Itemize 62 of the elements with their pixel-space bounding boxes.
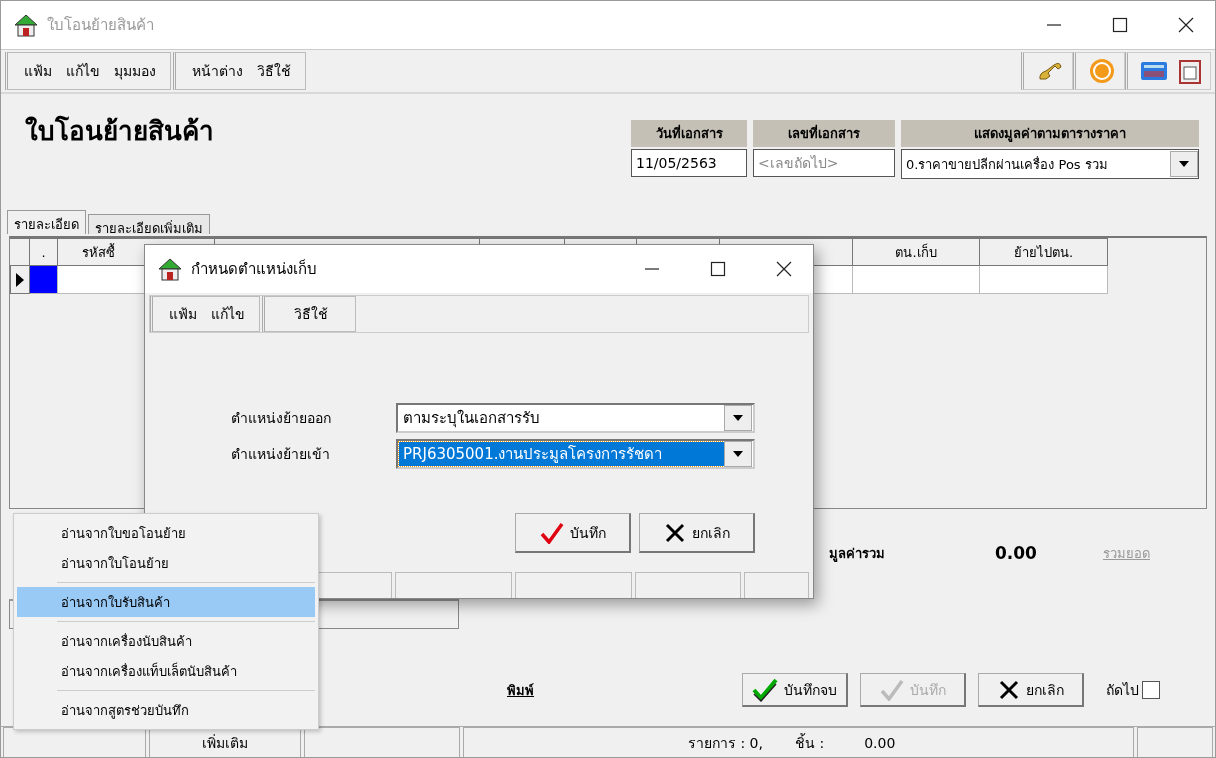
items-count: รายการ : 0, <box>688 733 763 753</box>
field-label: ตำแหน่งย้ายออก <box>231 409 332 428</box>
calculator-icon[interactable] <box>1140 60 1168 82</box>
dialog-button[interactable]: ยกเลิก <box>639 513 755 553</box>
cross-icon <box>997 678 1020 701</box>
double-check-icon <box>752 677 778 702</box>
context-menu-item[interactable]: อ่านจากใบขอโอนย้าย <box>17 518 315 548</box>
select-value: ตามระบุในเอกสารรับ <box>402 408 541 430</box>
cross-icon <box>663 521 686 544</box>
menu-item[interactable]: แก้ไข <box>211 303 245 325</box>
column-header: ย้ายไปตน. <box>980 238 1108 266</box>
menu-item[interactable]: หน้าต่าง <box>192 60 243 82</box>
total-value: 0.00 <box>995 543 1037 563</box>
next-checkbox[interactable] <box>1142 681 1160 699</box>
print-link[interactable]: พิมพ์ <box>507 679 534 701</box>
menu-item[interactable]: มุมมอง <box>114 60 156 82</box>
dialog-icon <box>157 256 183 282</box>
price-select[interactable]: 0.ราคาขายปลีกผ่านเครื่อง Pos รวม <box>901 149 1199 179</box>
maximize-icon <box>710 261 726 277</box>
pieces-value: 0.00 <box>864 734 896 751</box>
action-button[interactable]: บันทึกจบ <box>742 673 848 707</box>
current-row-icon <box>16 272 24 287</box>
column-header: ตน.เก็บ <box>853 238 980 266</box>
input-field[interactable]: 11/05/2563 <box>631 149 747 177</box>
menu-item[interactable]: วิธีใช้ <box>257 60 291 82</box>
menu-item[interactable]: แก้ไข <box>66 60 100 82</box>
column-header: . <box>30 238 58 266</box>
location-select[interactable]: PRJ6305001.งานประมูลโครงการรัชดา <box>396 439 755 469</box>
field-label: วันที่เอกสาร <box>631 120 747 147</box>
select-value: PRJ6305001.งานประมูลโครงการรัชดา <box>399 442 724 466</box>
menu-item[interactable]: แฟ้ม <box>24 60 52 82</box>
context-menu-item[interactable]: อ่านจากใบโอนย้าย <box>17 548 315 578</box>
menu-item[interactable]: วิธีใช้ <box>294 303 328 325</box>
input-field[interactable]: <เลขถัดไป> <box>753 149 895 177</box>
pieces-label: ชิ้น : <box>795 732 825 753</box>
context-menu-item[interactable]: อ่านจากใบรับสินค้า <box>17 587 315 617</box>
app-icon <box>13 12 39 38</box>
context-menu-item[interactable]: อ่านจากเครื่องนับสินค้า <box>17 626 315 656</box>
maximize-icon <box>1112 17 1128 33</box>
close-icon <box>1178 17 1194 33</box>
tab[interactable]: รายละเอียดเพิ่มเติม <box>88 214 210 234</box>
window-title: ใบโอนย้ายสินค้า <box>47 15 155 36</box>
menu-item[interactable]: แฟ้ม <box>169 303 197 325</box>
context-menu-item[interactable]: อ่านจากสูตรช่วยบันทึก <box>17 695 315 725</box>
field-label: เลขที่เอกสาร <box>753 120 895 147</box>
dialog-button[interactable]: บันทึก <box>515 513 631 553</box>
table-cell <box>30 266 58 294</box>
check-icon <box>879 678 904 701</box>
action-button[interactable]: ยกเลิก <box>978 673 1084 707</box>
page-heading: ใบโอนย้ายสินค้า <box>25 114 214 148</box>
tab[interactable]: รายละเอียด <box>7 210 86 234</box>
close-icon <box>776 261 792 277</box>
field-label: แสดงมูลค่าตามตารางราคา <box>901 120 1199 147</box>
total-label: มูลค่ารวม <box>829 544 885 564</box>
check-icon <box>539 521 564 544</box>
minimize-icon <box>644 268 660 270</box>
status-cell <box>744 572 809 598</box>
minimize-icon <box>1046 24 1062 26</box>
location-select[interactable]: ตามระบุในเอกสารรับ <box>396 403 755 433</box>
checkbox-label: ถัดไป <box>1106 681 1139 700</box>
field-label: ตำแหน่งย้ายเข้า <box>231 445 331 464</box>
context-menu-item[interactable]: อ่านจากเครื่องแท็บเล็ตนับสินค้า <box>17 656 315 686</box>
